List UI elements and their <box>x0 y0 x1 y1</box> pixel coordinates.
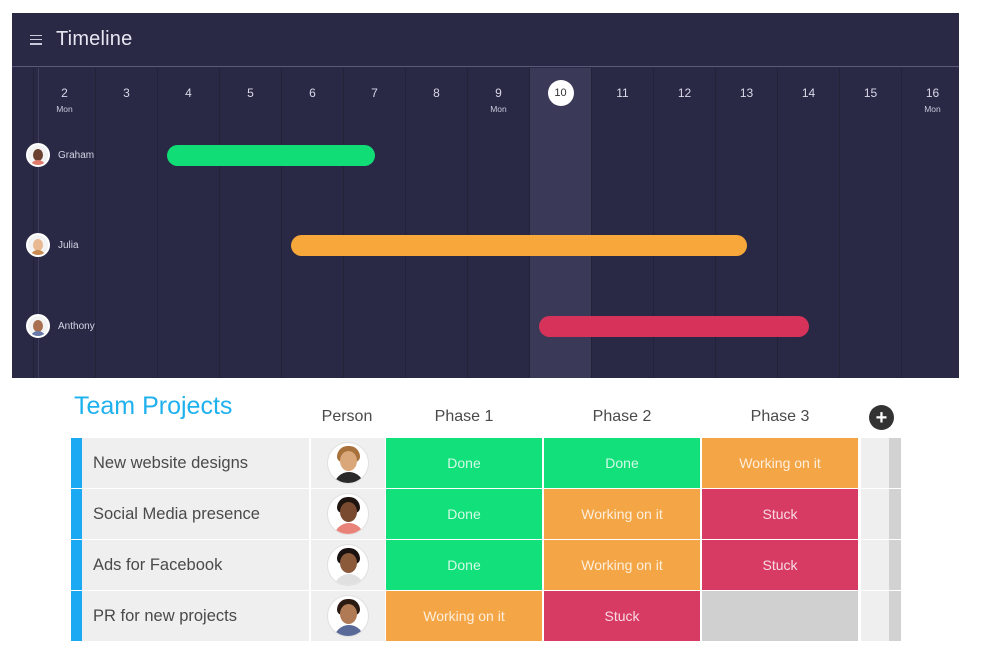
day-column-7: 7 <box>343 68 405 378</box>
avatar <box>327 442 369 484</box>
status-cell-phase-1[interactable]: Done <box>386 540 542 590</box>
column-header-phase-1[interactable]: Phase 1 <box>386 408 542 426</box>
day-number: 15 <box>863 86 878 100</box>
person-name: Graham <box>58 149 95 161</box>
timeline-title: Timeline <box>56 28 133 50</box>
table-row[interactable]: PR for new projects Working on it Stuck <box>71 591 901 641</box>
day-column-3: 3 <box>95 68 157 378</box>
person-name: Anthony <box>58 320 95 332</box>
item-name-cell[interactable]: PR for new projects <box>82 591 309 641</box>
day-column-9: 9 Mon <box>467 68 529 378</box>
status-cell-phase-2[interactable]: Working on it <box>544 540 700 590</box>
table-row[interactable]: Ads for Facebook Done Working on it Stuck <box>71 540 901 590</box>
column-header-person[interactable]: Person <box>314 408 380 426</box>
status-cell-phase-3[interactable] <box>702 591 858 641</box>
timeline-grid: 2 Mon 3 4 5 6 7 8 9 Mon 10 11 12 13 14 15 16 Mon <box>12 68 959 378</box>
column-header-phase-3[interactable]: Phase 3 <box>702 408 858 426</box>
day-number: 4 <box>185 86 192 100</box>
board-title: Team Projects <box>74 392 233 420</box>
day-number: 2 <box>61 86 68 100</box>
column-header-phase-2[interactable]: Phase 2 <box>544 408 700 426</box>
item-name-cell[interactable]: New website designs <box>82 438 309 488</box>
table-row[interactable]: Social Media presence Done Working on it St… <box>71 489 901 539</box>
person-cell[interactable] <box>311 540 385 590</box>
add-column-button[interactable]: + <box>869 405 894 430</box>
row-end-cell <box>889 438 901 488</box>
day-number: 3 <box>123 86 130 100</box>
day-number: 13 <box>739 86 754 100</box>
day-number: 11 <box>616 86 629 100</box>
avatar <box>327 544 369 586</box>
day-number: 8 <box>433 86 440 100</box>
row-group-color-bar <box>71 438 82 488</box>
status-cell-phase-3[interactable]: Stuck <box>702 540 858 590</box>
person-cell[interactable] <box>311 438 385 488</box>
status-cell-phase-1[interactable]: Done <box>386 438 542 488</box>
status-cell-phase-3[interactable]: Stuck <box>702 489 858 539</box>
table-row[interactable]: New website designs Done Done Working on it <box>71 438 901 488</box>
avatar <box>26 233 50 257</box>
day-number: 12 <box>677 86 692 100</box>
plus-circle-icon: + <box>875 406 888 429</box>
row-group-color-bar <box>71 489 82 539</box>
day-column-5: 5 <box>219 68 281 378</box>
row-end-cell <box>889 591 901 641</box>
row-group-color-bar <box>71 591 82 641</box>
day-weekday: Mon <box>490 104 507 114</box>
row-group-color-bar <box>71 540 82 590</box>
status-cell-phase-3[interactable]: Working on it <box>702 438 858 488</box>
timeline-person-anthony[interactable]: Anthony <box>26 314 95 338</box>
row-end-cell <box>889 540 901 590</box>
avatar <box>327 493 369 535</box>
row-end-cell <box>889 489 901 539</box>
status-cell-phase-2[interactable]: Working on it <box>544 489 700 539</box>
day-number: 7 <box>371 86 378 100</box>
timeline-bar-julia[interactable] <box>291 235 747 256</box>
day-weekday: Mon <box>56 104 73 114</box>
day-column-16: 16 Mon <box>901 68 959 378</box>
timeline-person-julia[interactable]: Julia <box>26 233 79 257</box>
status-cell-phase-1[interactable]: Done <box>386 489 542 539</box>
hamburger-menu-icon[interactable] <box>30 34 42 45</box>
empty-cell <box>861 591 889 641</box>
status-cell-phase-1[interactable]: Working on it <box>386 591 542 641</box>
day-number: 14 <box>801 86 816 100</box>
timeline-person-graham[interactable]: Graham <box>26 143 94 167</box>
day-number: 9 <box>495 86 502 100</box>
empty-cell <box>861 540 889 590</box>
day-number: 5 <box>247 86 254 100</box>
item-name-cell[interactable]: Ads for Facebook <box>82 540 309 590</box>
avatar <box>26 314 50 338</box>
item-name-cell[interactable]: Social Media presence <box>82 489 309 539</box>
status-cell-phase-2[interactable]: Done <box>544 438 700 488</box>
day-weekday: Mon <box>924 104 941 114</box>
today-marker: 10 <box>547 80 574 106</box>
day-column-6: 6 <box>281 68 343 378</box>
timeline-panel: Timeline 2 Mon 3 4 5 6 7 8 9 Mon 10 11 12 13 14 15 16 Mon… <box>12 13 959 378</box>
avatar <box>26 143 50 167</box>
day-column-4: 4 <box>157 68 219 378</box>
empty-cell <box>861 489 889 539</box>
day-column-8: 8 <box>405 68 467 378</box>
status-cell-phase-2[interactable]: Stuck <box>544 591 700 641</box>
day-number: 6 <box>309 86 316 100</box>
person-cell[interactable] <box>311 591 385 641</box>
timeline-bar-graham[interactable] <box>167 145 375 166</box>
day-column-15: 15 <box>839 68 901 378</box>
person-name: Julia <box>58 239 79 251</box>
empty-cell <box>861 438 889 488</box>
day-number: 16 <box>925 86 940 100</box>
timeline-bar-anthony[interactable] <box>539 316 809 337</box>
timeline-header: Timeline <box>12 13 959 67</box>
person-cell[interactable] <box>311 489 385 539</box>
avatar <box>327 595 369 637</box>
